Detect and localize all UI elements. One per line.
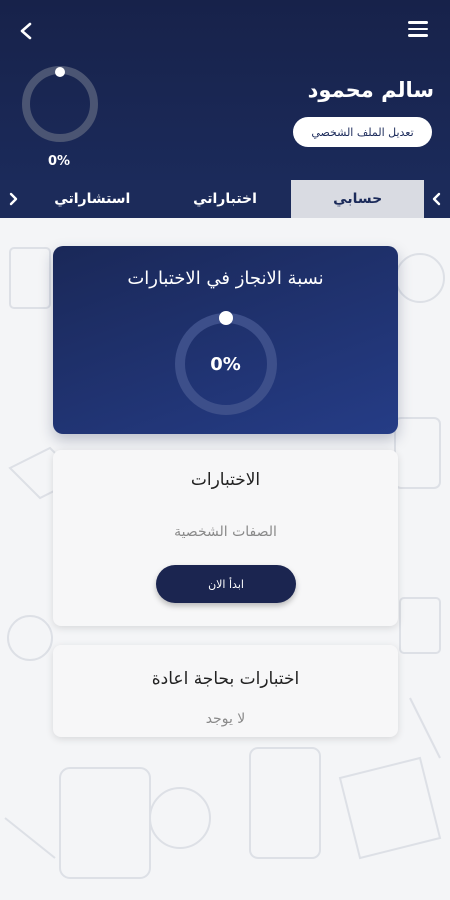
header-progress-ring [22,66,98,142]
start-now-button[interactable]: ابدأ الان [156,565,296,603]
tests-card: الاختبارات الصفات الشخصية ابدأ الان [53,450,398,626]
tests-card-title: الاختبارات [190,470,261,490]
tab-my-account[interactable]: حسابي [291,180,425,218]
back-chevron-icon[interactable] [16,20,36,42]
tests-progress-card: نسبة الانجاز في الاختبارات 0% [53,246,398,434]
tests-progress-indicator [219,311,233,325]
progress-card-title: نسبة الانجاز في الاختبارات [127,268,324,289]
tests-card-subtitle: الصفات الشخصية [174,524,277,540]
edit-profile-button[interactable]: تعديل الملف الشخصي [293,117,432,147]
retry-tests-card: اختبارات بحاجة اعادة لا يوجد [53,645,398,737]
user-name: سالم محمود [307,78,434,102]
tab-prev-icon[interactable] [424,180,450,218]
tab-my-tests[interactable]: اختباراتي [159,180,292,218]
header-progress-indicator [55,67,65,77]
tab-bar: استشاراتي اختباراتي حسابي [0,180,450,218]
tests-progress-label: 0% [210,354,241,375]
retry-card-empty-label: لا يوجد [205,711,246,727]
tab-next-icon[interactable] [0,180,26,218]
retry-card-title: اختبارات بحاجة اعادة [151,669,300,689]
header-progress-label: 0% [48,154,71,169]
tab-consultations[interactable]: استشاراتي [26,180,159,218]
profile-header: سالم محمود تعديل الملف الشخصي 0% [0,0,450,180]
hamburger-menu-icon[interactable] [408,21,430,39]
